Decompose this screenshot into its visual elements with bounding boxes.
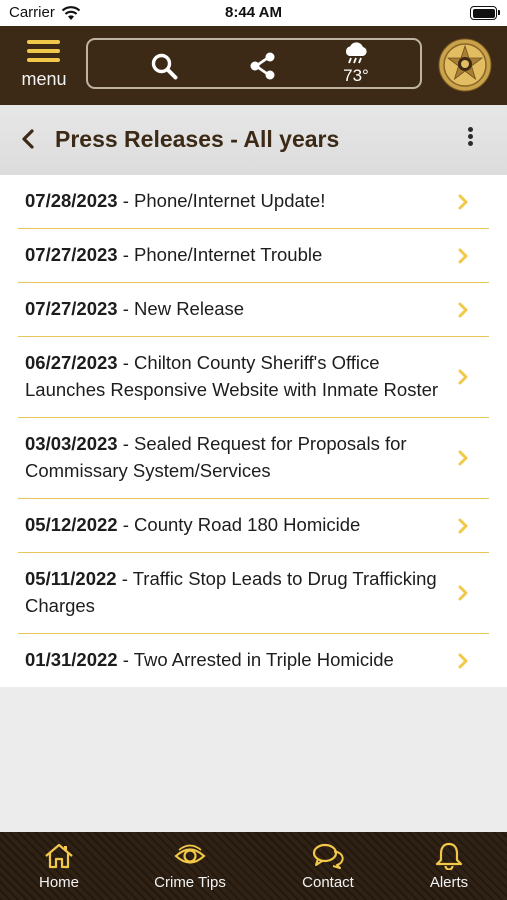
list-item-text: 05/12/2022 - County Road 180 Homicide [25, 514, 361, 535]
weather-widget[interactable]: 73° [336, 42, 376, 86]
weather-temperature: 73° [343, 66, 369, 85]
release-date: 05/11/2022 [25, 568, 117, 589]
eye-icon [174, 844, 206, 864]
home-icon [45, 843, 73, 869]
back-chevron-icon[interactable] [18, 127, 40, 151]
top-navigation-bar: menu 73° [0, 26, 507, 105]
chevron-right-icon [458, 248, 468, 263]
tab-label: Crime Tips [154, 874, 226, 891]
list-item[interactable]: 05/12/2022 - County Road 180 Homicide [18, 499, 489, 553]
release-date: 06/27/2023 [25, 352, 118, 373]
bottom-tab-bar: Home Crime Tips Contact Alerts [0, 832, 507, 900]
battery-icon [470, 6, 500, 20]
tab-contact[interactable]: Contact [273, 842, 383, 894]
tab-label: Contact [302, 874, 354, 891]
chevron-right-icon [458, 518, 468, 533]
tab-label: Alerts [429, 874, 469, 891]
list-item-text: 01/31/2022 - Two Arrested in Triple Homi… [25, 649, 394, 670]
list-item-text: 06/27/2023 - Chilton County Sheriff's Of… [25, 352, 439, 400]
rain-cloud-icon [345, 42, 367, 64]
chat-bubbles-icon [312, 843, 344, 869]
press-release-list: 07/28/2023 - Phone/Internet Update! 07/2… [0, 175, 507, 687]
list-item[interactable]: 03/03/2023 - Sealed Request for Proposal… [18, 418, 489, 499]
tab-crime-tips[interactable]: Crime Tips [135, 842, 245, 894]
tab-home[interactable]: Home [4, 842, 114, 894]
more-options-icon[interactable] [462, 127, 478, 153]
list-item-text: 07/27/2023 - Phone/Internet Trouble [25, 244, 323, 265]
tab-label: Home [38, 874, 79, 891]
chevron-right-icon [458, 585, 468, 601]
list-item[interactable]: 07/28/2023 - Phone/Internet Update! [18, 175, 489, 229]
list-item-text: 07/27/2023 - New Release [25, 298, 245, 319]
list-item[interactable]: 07/27/2023 - Phone/Internet Trouble [18, 229, 489, 283]
page-header: Press Releases - All years [0, 105, 507, 175]
release-date: 07/28/2023 [25, 190, 118, 211]
list-item-text: 05/11/2022 - Traffic Stop Leads to Drug … [25, 568, 437, 616]
release-title: Phone/Internet Update! [134, 190, 326, 211]
release-date: 01/31/2022 [25, 649, 118, 670]
bell-icon [435, 842, 463, 870]
list-item[interactable]: 06/27/2023 - Chilton County Sheriff's Of… [18, 337, 489, 418]
release-date: 05/12/2022 [25, 514, 118, 535]
toolbar-group: 73° [86, 38, 422, 89]
page-title: Press Releases - All years [55, 126, 340, 152]
search-icon[interactable] [150, 52, 178, 80]
sheriff-star-badge[interactable] [438, 38, 492, 92]
tab-alerts[interactable]: Alerts [394, 842, 504, 894]
release-title: County Road 180 Homicide [134, 514, 361, 535]
chevron-right-icon [458, 450, 468, 466]
release-date: 07/27/2023 [25, 244, 118, 265]
hamburger-menu-icon [27, 40, 60, 67]
chevron-right-icon [458, 653, 468, 668]
release-title: Two Arrested in Triple Homicide [133, 649, 394, 670]
release-date: 03/03/2023 [25, 433, 118, 454]
status-bar: Carrier 8:44 AM [0, 0, 507, 26]
status-time: 8:44 AM [225, 4, 282, 21]
chevron-right-icon [458, 302, 468, 317]
menu-label: menu [21, 69, 67, 89]
chevron-right-icon [458, 369, 468, 385]
list-item-text: 07/28/2023 - Phone/Internet Update! [25, 190, 326, 211]
release-title: Phone/Internet Trouble [134, 244, 323, 265]
release-date: 07/27/2023 [25, 298, 118, 319]
release-title: New Release [134, 298, 245, 319]
share-icon[interactable] [250, 52, 276, 80]
list-item[interactable]: 07/27/2023 - New Release [18, 283, 489, 337]
list-item-text: 03/03/2023 - Sealed Request for Proposal… [25, 433, 407, 481]
list-item[interactable]: 01/31/2022 - Two Arrested in Triple Homi… [18, 634, 489, 687]
chevron-right-icon [458, 194, 468, 209]
list-item[interactable]: 05/11/2022 - Traffic Stop Leads to Drug … [18, 553, 489, 634]
menu-button[interactable]: menu [14, 40, 74, 96]
